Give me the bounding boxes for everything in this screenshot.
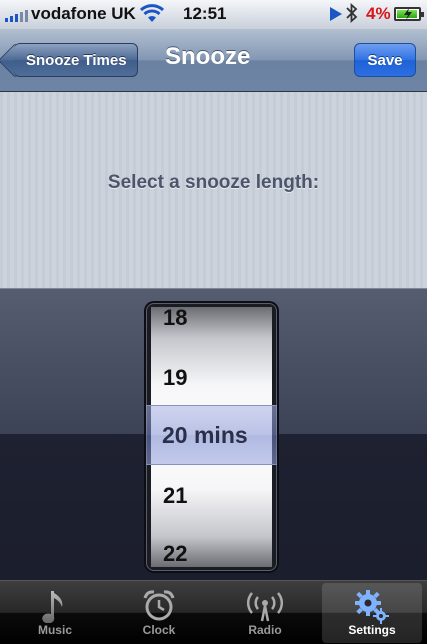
- tab-label: Clock: [142, 623, 176, 637]
- picker-area: 18 19 21 22 20 mins: [0, 288, 427, 580]
- tab-label: Radio: [248, 623, 282, 637]
- tab-music[interactable]: Music: [5, 583, 105, 643]
- picker-row[interactable]: 18: [163, 307, 272, 331]
- content-panel: Select a snooze length:: [0, 92, 427, 288]
- play-icon: [330, 6, 342, 26]
- picker-row[interactable]: 22: [163, 541, 272, 567]
- signal-icon: [5, 10, 28, 22]
- save-button[interactable]: Save: [354, 43, 416, 77]
- tab-label: Settings: [348, 623, 396, 637]
- wifi-icon: [139, 2, 165, 29]
- alarm-clock-icon: [109, 583, 209, 623]
- music-note-icon: [5, 583, 105, 624]
- radio-antenna-icon: [215, 583, 315, 623]
- tab-clock[interactable]: Clock: [109, 583, 209, 643]
- tab-label: Music: [37, 623, 72, 637]
- status-bar: vodafone UK 12:51 4%: [0, 0, 427, 29]
- bluetooth-icon: [345, 2, 359, 29]
- picker-selection-bar[interactable]: 20 mins: [146, 405, 277, 465]
- navigation-bar: Snooze Times Snooze Save: [0, 29, 427, 92]
- battery-percent: 4%: [366, 4, 391, 23]
- carrier-name: vodafone UK: [31, 4, 136, 23]
- tab-bar: Music Clock Radio Settings: [0, 580, 427, 644]
- picker-row[interactable]: 19: [163, 365, 272, 391]
- snooze-prompt: Select a snooze length:: [107, 172, 320, 193]
- picker-row[interactable]: 21: [163, 483, 272, 509]
- page-title: Snooze: [165, 43, 251, 70]
- back-button-container: Snooze Times: [0, 29, 140, 92]
- tab-radio[interactable]: Radio: [215, 583, 315, 643]
- tab-settings[interactable]: Settings: [322, 583, 422, 643]
- status-time: 12:51: [183, 4, 227, 23]
- back-button[interactable]: Snooze Times: [14, 43, 138, 77]
- picker-selected-value: 20 mins: [162, 422, 248, 448]
- gears-icon: [322, 583, 422, 624]
- battery-charging-icon: [394, 7, 424, 21]
